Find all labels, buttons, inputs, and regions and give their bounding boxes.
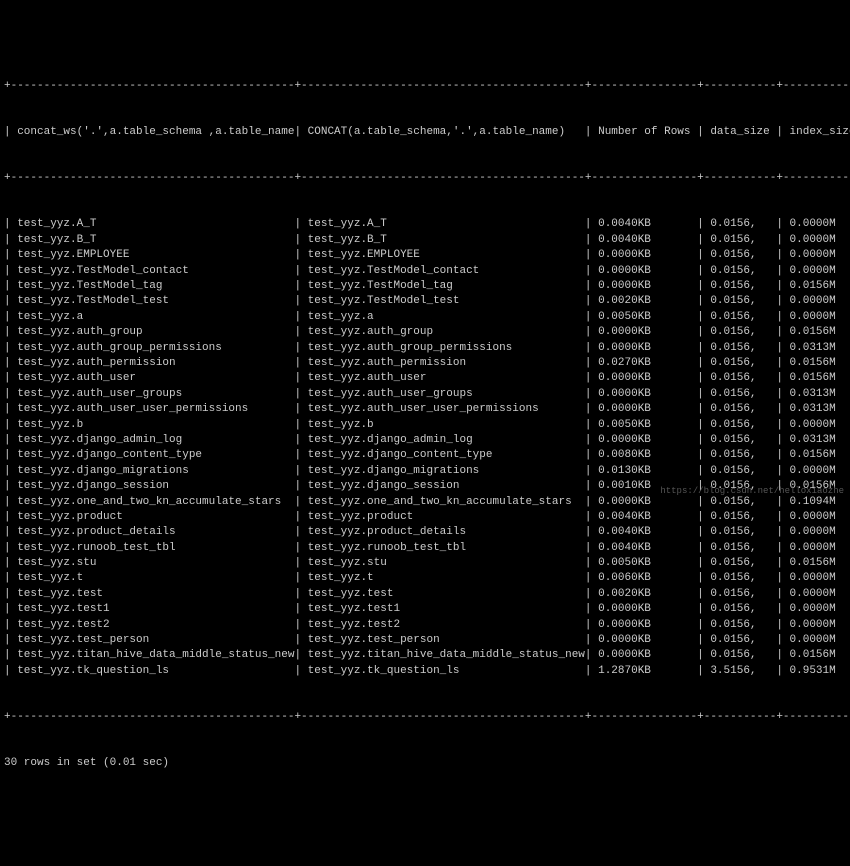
table-row: | test_yyz.product_details | test_yyz.pr… [4, 525, 846, 540]
table-row: | test_yyz.auth_group_permissions | test… [4, 341, 846, 356]
table-row: | test_yyz.t | test_yyz.t | 0.0060KB | 0… [4, 571, 846, 586]
table-row: | test_yyz.test1 | test_yyz.test1 | 0.00… [4, 602, 846, 617]
table-row: | test_yyz.product | test_yyz.product | … [4, 510, 846, 525]
table-row: | test_yyz.test | test_yyz.test | 0.0020… [4, 587, 846, 602]
table-row: | test_yyz.B_T | test_yyz.B_T | 0.0040KB… [4, 233, 846, 248]
row-count-status: 30 rows in set (0.01 sec) [4, 756, 846, 771]
table-row: | test_yyz.auth_user_groups | test_yyz.a… [4, 387, 846, 402]
table-row: | test_yyz.django_admin_log | test_yyz.d… [4, 433, 846, 448]
watermark-text: https://blog.csdn.net/helloxiaozhe [660, 485, 844, 498]
table-row: | test_yyz.auth_group | test_yyz.auth_gr… [4, 325, 846, 340]
table-row: | test_yyz.titan_hive_data_middle_status… [4, 648, 846, 663]
table-row: | test_yyz.test_person | test_yyz.test_p… [4, 633, 846, 648]
table-row: | test_yyz.runoob_test_tbl | test_yyz.ru… [4, 541, 846, 556]
table-row: | test_yyz.test2 | test_yyz.test2 | 0.00… [4, 618, 846, 633]
table-row: | test_yyz.tk_question_ls | test_yyz.tk_… [4, 664, 846, 679]
header-row: | concat_ws('.',a.table_schema ,a.table_… [4, 125, 846, 140]
table-row: | test_yyz.auth_user_user_permissions | … [4, 402, 846, 417]
sql-result-table: +---------------------------------------… [0, 46, 850, 789]
table-row: | test_yyz.auth_user | test_yyz.auth_use… [4, 371, 846, 386]
table-row: | test_yyz.EMPLOYEE | test_yyz.EMPLOYEE … [4, 248, 846, 263]
table-row: | test_yyz.auth_permission | test_yyz.au… [4, 356, 846, 371]
divider-bottom: +---------------------------------------… [4, 710, 846, 725]
table-row: | test_yyz.b | test_yyz.b | 0.0050KB | 0… [4, 418, 846, 433]
table-row: | test_yyz.stu | test_yyz.stu | 0.0050KB… [4, 556, 846, 571]
table-row: | test_yyz.TestModel_test | test_yyz.Tes… [4, 294, 846, 309]
table-row: | test_yyz.django_content_type | test_yy… [4, 448, 846, 463]
table-body: | test_yyz.A_T | test_yyz.A_T | 0.0040KB… [4, 217, 846, 679]
table-row: | test_yyz.TestModel_contact | test_yyz.… [4, 264, 846, 279]
table-row: | test_yyz.TestModel_tag | test_yyz.Test… [4, 279, 846, 294]
divider-mid: +---------------------------------------… [4, 171, 846, 186]
table-row: | test_yyz.A_T | test_yyz.A_T | 0.0040KB… [4, 217, 846, 232]
divider-top: +---------------------------------------… [4, 79, 846, 94]
table-row: | test_yyz.a | test_yyz.a | 0.0050KB | 0… [4, 310, 846, 325]
table-row: | test_yyz.django_migrations | test_yyz.… [4, 464, 846, 479]
